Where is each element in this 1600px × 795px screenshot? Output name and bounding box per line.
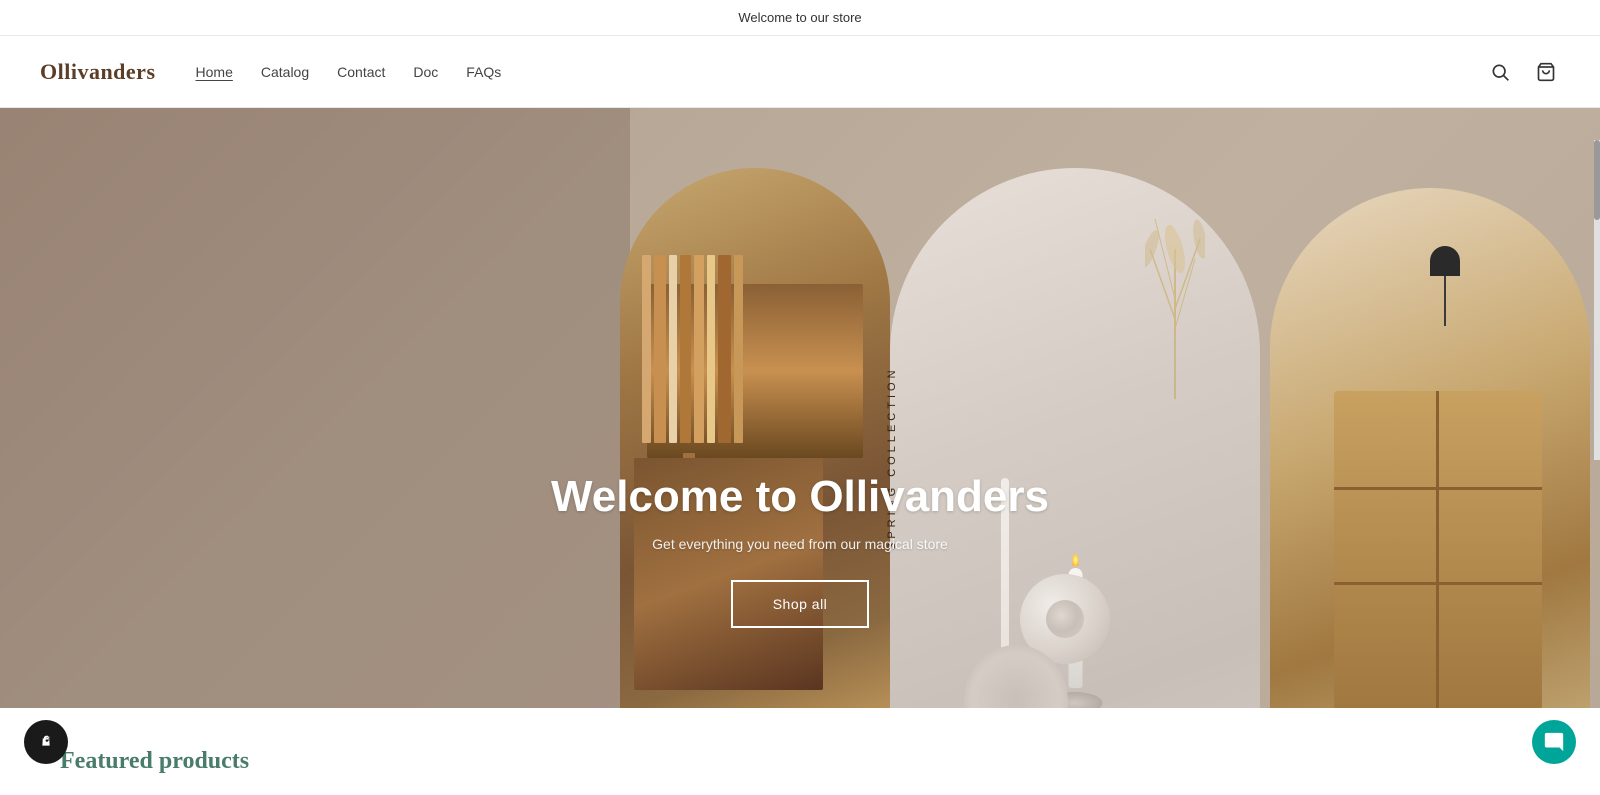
shelf-divider-v [1436, 391, 1439, 708]
lamp-pole [1444, 276, 1446, 326]
nav-faqs[interactable]: FAQs [466, 64, 501, 80]
lamp [1430, 246, 1460, 326]
main-nav: Home Catalog Contact Doc FAQs [196, 64, 502, 80]
header-icons [1486, 58, 1560, 86]
book-4 [680, 255, 691, 443]
book-3 [669, 255, 677, 443]
book-2 [654, 255, 666, 443]
cart-icon[interactable] [1532, 58, 1560, 86]
shopify-badge[interactable] [24, 720, 68, 764]
book-8 [734, 255, 743, 443]
announcement-bar: Welcome to our store [0, 0, 1600, 36]
shelf-top [642, 255, 869, 443]
chat-button[interactable] [1532, 720, 1576, 764]
nav-doc[interactable]: Doc [413, 64, 438, 80]
featured-title: Featured products [60, 748, 1540, 775]
hero-section: SPRING COLLECTION [0, 108, 1600, 708]
arch-furniture-inner [1270, 188, 1590, 708]
header: Ollivanders Home Catalog Contact Doc FAQ… [0, 36, 1600, 108]
furniture-shelf [1334, 391, 1542, 708]
nav-contact[interactable]: Contact [337, 64, 385, 80]
book-7 [718, 255, 731, 443]
nav-home[interactable]: Home [196, 64, 233, 80]
book-5 [694, 255, 704, 443]
featured-section: Featured products [0, 708, 1600, 795]
candle-base [1048, 692, 1103, 708]
book-1 [642, 255, 651, 443]
shop-all-button[interactable]: Shop all [731, 580, 870, 628]
hero-title: Welcome to Ollivanders [500, 472, 1100, 522]
scroll-thumb[interactable] [1594, 140, 1600, 220]
logo[interactable]: Ollivanders [40, 59, 156, 85]
lamp-shade [1430, 246, 1460, 276]
search-icon[interactable] [1486, 58, 1514, 86]
pampas-grass [1145, 199, 1205, 478]
book-6 [707, 255, 715, 443]
announcement-text: Welcome to our store [738, 10, 861, 25]
hero-content: Welcome to Ollivanders Get everything yo… [500, 472, 1100, 628]
hero-subtitle: Get everything you need from our magical… [500, 536, 1100, 552]
arch-furniture [1270, 188, 1590, 708]
scrollbar[interactable] [1594, 140, 1600, 460]
nav-catalog[interactable]: Catalog [261, 64, 309, 80]
